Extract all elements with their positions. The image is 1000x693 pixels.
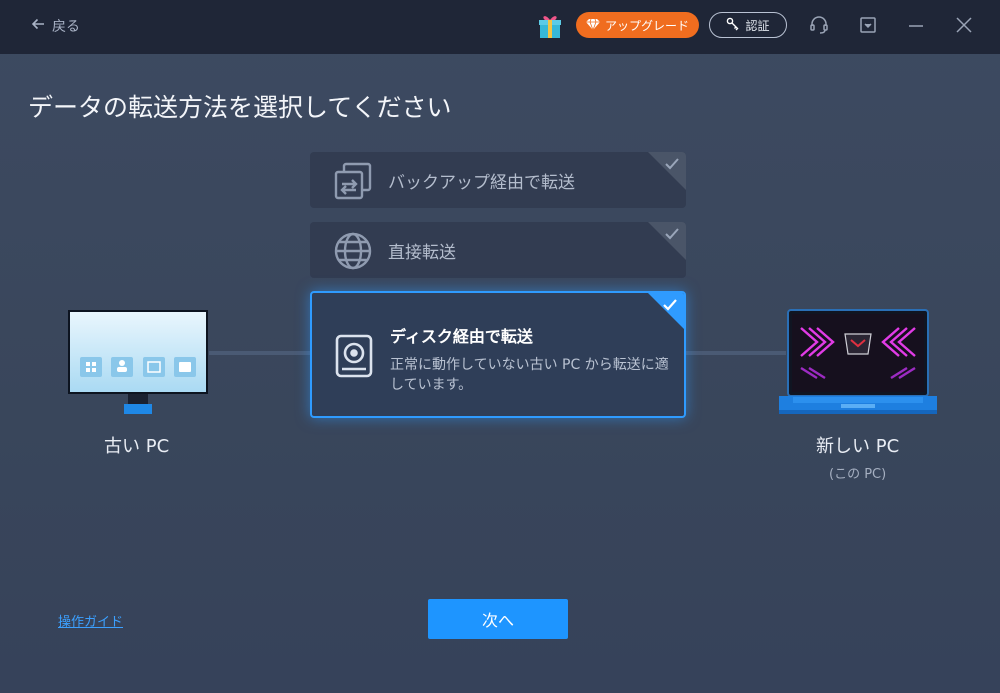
method-card-direct[interactable]: 直接転送 [310,222,686,278]
page-title: データの転送方法を選択してください [28,93,452,122]
check-icon [662,297,678,313]
minimize-icon[interactable] [905,14,927,36]
backup-transfer-icon [332,160,374,202]
method-card-backup[interactable]: バックアップ経由で転送 [310,152,686,208]
title-bar: 戻る アップグレード 認証 [0,0,1000,54]
method-label: バックアップ経由で転送 [388,173,575,193]
guide-link[interactable]: 操作ガイド [58,611,123,630]
activate-button[interactable]: 認証 [709,12,787,38]
connector-line-right [686,351,786,355]
new-pc-label: 新しい PC [816,436,900,457]
old-pc-illustration [67,310,209,418]
method-description: 正常に動作していない古い PC から転送に適しています。 [390,357,669,393]
check-icon [664,156,680,172]
back-label: 戻る [52,19,80,35]
gift-icon[interactable] [535,11,565,41]
new-pc-illustration [779,308,937,420]
support-icon[interactable] [808,14,830,36]
upgrade-label: アップグレード [604,18,689,33]
globe-icon [332,230,374,272]
diamond-icon [585,18,600,33]
next-button[interactable]: 次へ [428,599,568,639]
back-button[interactable]: 戻る [30,15,80,37]
disk-icon [334,333,374,379]
method-label: 直接転送 [388,243,456,263]
close-icon[interactable] [953,14,975,36]
arrow-left-icon [30,16,46,36]
key-icon [726,17,740,34]
check-icon [664,226,680,242]
new-pc-sublabel: (この PC) [829,467,887,482]
connector-line-left [209,351,310,355]
upgrade-button[interactable]: アップグレード [576,12,699,38]
method-label: ディスク経由で転送 [390,327,533,346]
method-card-disk[interactable]: ディスク経由で転送 正常に動作していない古い PC から転送に適しています。 [310,291,686,418]
activate-label: 認証 [745,18,770,33]
old-pc-label: 古い PC [104,436,170,457]
menu-dropdown-icon[interactable] [857,14,879,36]
